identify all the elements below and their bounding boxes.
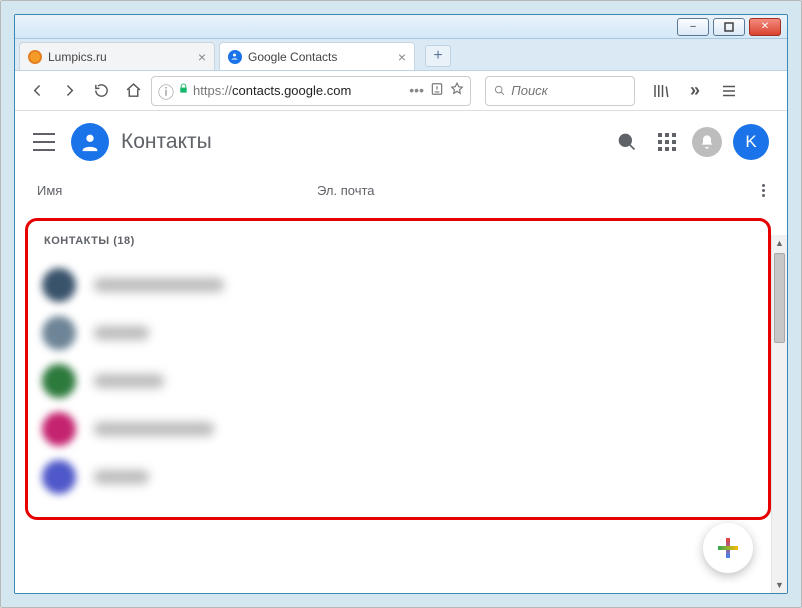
contact-name-blurred bbox=[94, 422, 214, 436]
window-maximize-button[interactable] bbox=[713, 18, 745, 36]
window-minimize-button[interactable]: – bbox=[677, 18, 709, 36]
forward-button[interactable] bbox=[55, 77, 83, 105]
tab-title: Google Contacts bbox=[248, 50, 398, 64]
column-email: Эл. почта bbox=[317, 183, 762, 198]
address-bar[interactable]: ⓘ https://contacts.google.com ••• bbox=[151, 76, 471, 106]
contacts-section-label: КОНТАКТЫ (18) bbox=[36, 231, 760, 261]
contact-name-blurred bbox=[94, 374, 164, 388]
contact-name-blurred bbox=[94, 326, 149, 340]
scroll-thumb[interactable] bbox=[774, 253, 785, 343]
reader-mode-icon[interactable] bbox=[430, 82, 444, 99]
tab-lumpics[interactable]: Lumpics.ru × bbox=[19, 42, 215, 70]
library-button[interactable] bbox=[647, 77, 675, 105]
tab-close-icon[interactable]: × bbox=[398, 50, 406, 64]
url-text: https://contacts.google.com bbox=[193, 83, 351, 98]
search-icon bbox=[494, 84, 505, 97]
window-close-button[interactable]: ✕ bbox=[749, 18, 781, 36]
contact-avatar bbox=[42, 412, 76, 446]
home-button[interactable] bbox=[119, 77, 147, 105]
back-button[interactable] bbox=[23, 77, 51, 105]
contact-row[interactable] bbox=[36, 357, 760, 405]
account-avatar[interactable]: K bbox=[733, 124, 769, 160]
main-menu-button[interactable] bbox=[33, 133, 55, 151]
contact-avatar bbox=[42, 316, 76, 350]
list-settings-button[interactable] bbox=[762, 184, 765, 197]
page-actions-icon[interactable]: ••• bbox=[409, 82, 424, 99]
column-name: Имя bbox=[37, 183, 317, 198]
contact-row[interactable] bbox=[36, 261, 760, 309]
tab-close-icon[interactable]: × bbox=[198, 50, 206, 64]
notifications-button[interactable] bbox=[687, 122, 727, 162]
contact-avatar bbox=[42, 364, 76, 398]
contact-avatar bbox=[42, 460, 76, 494]
overflow-button[interactable]: » bbox=[681, 77, 709, 105]
site-info-icon[interactable]: ⓘ bbox=[158, 79, 174, 103]
bookmark-icon[interactable] bbox=[450, 82, 464, 99]
contacts-logo-icon bbox=[71, 123, 109, 161]
tab-strip: Lumpics.ru × Google Contacts × + bbox=[15, 39, 787, 71]
contacts-list-highlight: КОНТАКТЫ (18) bbox=[25, 218, 771, 520]
page-content: Контакты K Имя Эл. почта КОНТАКТЫ (18) bbox=[15, 111, 787, 593]
app-bar: Контакты K bbox=[15, 111, 787, 173]
scroll-down-icon[interactable]: ▼ bbox=[772, 577, 787, 593]
favicon-icon bbox=[228, 50, 242, 64]
google-apps-button[interactable] bbox=[647, 122, 687, 162]
contact-row[interactable] bbox=[36, 453, 760, 501]
search-input[interactable] bbox=[511, 83, 626, 98]
tab-google-contacts[interactable]: Google Contacts × bbox=[219, 42, 415, 70]
reload-button[interactable] bbox=[87, 77, 115, 105]
new-tab-button[interactable]: + bbox=[425, 45, 451, 67]
contact-name-blurred bbox=[94, 470, 149, 484]
vertical-scrollbar[interactable]: ▲ ▼ bbox=[771, 235, 787, 593]
lock-icon bbox=[178, 82, 189, 100]
contact-row[interactable] bbox=[36, 405, 760, 453]
plus-icon bbox=[718, 538, 738, 558]
scroll-up-icon[interactable]: ▲ bbox=[772, 235, 787, 251]
menu-button[interactable] bbox=[715, 77, 743, 105]
browser-toolbar: ⓘ https://contacts.google.com ••• » bbox=[15, 71, 787, 111]
contact-row[interactable] bbox=[36, 309, 760, 357]
app-title: Контакты bbox=[121, 130, 212, 154]
create-contact-fab[interactable] bbox=[703, 523, 753, 573]
apps-grid-icon bbox=[658, 133, 676, 151]
search-button[interactable] bbox=[607, 122, 647, 162]
contact-avatar bbox=[42, 268, 76, 302]
tab-title: Lumpics.ru bbox=[48, 50, 198, 64]
search-box[interactable] bbox=[485, 76, 635, 106]
column-headers: Имя Эл. почта bbox=[15, 173, 787, 212]
contact-name-blurred bbox=[94, 278, 224, 292]
favicon-icon bbox=[28, 50, 42, 64]
window-titlebar: – ✕ bbox=[15, 15, 787, 39]
